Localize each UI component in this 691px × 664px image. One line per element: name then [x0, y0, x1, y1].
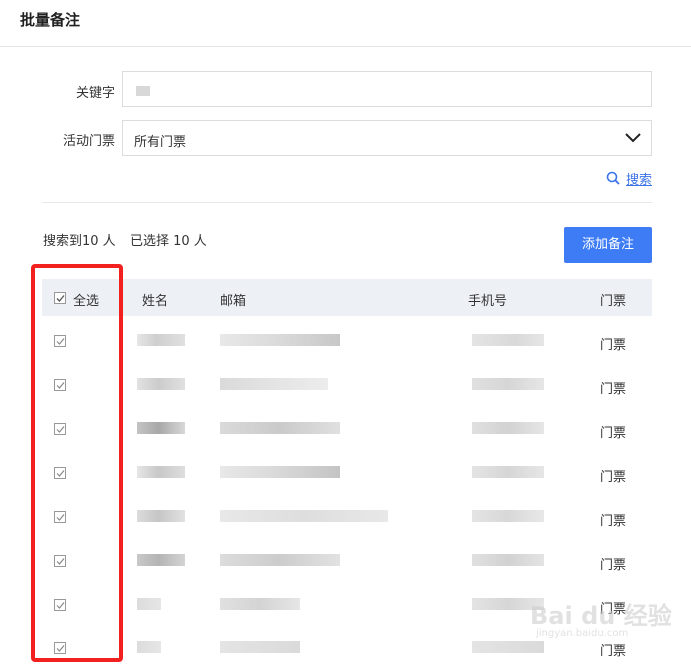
email-cell-redacted [220, 422, 340, 434]
name-cell-redacted [137, 422, 185, 434]
phone-cell-redacted [472, 510, 544, 522]
search-icon [606, 171, 620, 185]
email-cell-redacted [220, 334, 340, 346]
email-cell-redacted [220, 598, 300, 610]
ticket-select[interactable]: 所有门票 [122, 120, 652, 156]
add-note-button[interactable]: 添加备注 [564, 227, 652, 263]
name-cell-redacted [137, 510, 185, 522]
email-cell-redacted [220, 510, 388, 522]
keyword-value-redacted [136, 86, 150, 96]
phone-cell-redacted [472, 466, 544, 478]
highlight-frame [31, 264, 123, 662]
table-row: 门票 [42, 450, 652, 494]
dialog-header: 批量备注 [0, 0, 691, 47]
email-cell-redacted [220, 378, 328, 390]
watermark-url: jingyan.baidu.com [536, 628, 629, 639]
phone-cell-redacted [472, 334, 544, 346]
baidu-watermark: Bai du 经验 jingyan.baidu.com [530, 596, 672, 646]
phone-cell-redacted [472, 378, 544, 390]
th-name: 姓名 [142, 294, 169, 309]
ticket-cell: 门票 [600, 470, 627, 485]
th-phone: 手机号 [468, 294, 508, 309]
th-ticket: 门票 [600, 294, 627, 309]
search-link-label: 搜索 [626, 173, 653, 188]
table-row: 门票 [42, 406, 652, 450]
dialog-title: 批量备注 [20, 11, 81, 29]
ticket-select-value: 所有门票 [134, 135, 187, 150]
watermark-brand: Bai du 经验 [530, 602, 672, 630]
ticket-label: 活动门票 [62, 134, 115, 149]
name-cell-redacted [137, 334, 185, 346]
ticket-cell: 门票 [600, 426, 627, 441]
name-cell-redacted [137, 554, 185, 566]
keyword-input[interactable] [122, 71, 652, 107]
table-row: 门票 [42, 318, 652, 362]
chevron-down-icon [623, 129, 643, 147]
ticket-cell: 门票 [600, 382, 627, 397]
email-cell-redacted [220, 466, 340, 478]
th-email: 邮箱 [220, 294, 247, 309]
table-header: 全选 姓名 邮箱 手机号 门票 [42, 279, 652, 316]
phone-cell-redacted [472, 554, 544, 566]
ticket-cell: 门票 [600, 514, 627, 529]
name-cell-redacted [137, 598, 161, 610]
email-cell-redacted [220, 641, 300, 653]
name-cell-redacted [137, 466, 185, 478]
table-row: 门票 [42, 538, 652, 582]
keyword-label: 关键字 [75, 86, 115, 101]
table-row: 门票 [42, 494, 652, 538]
name-cell-redacted [137, 378, 185, 390]
found-count: 搜索到10 人 [43, 234, 116, 249]
ticket-cell: 门票 [600, 338, 627, 353]
table-row: 门票 [42, 362, 652, 406]
phone-cell-redacted [472, 422, 544, 434]
ticket-cell: 门票 [600, 558, 627, 573]
selected-count: 已选择 10 人 [130, 234, 207, 249]
divider [42, 202, 652, 203]
name-cell-redacted [137, 641, 161, 653]
email-cell-redacted [220, 554, 340, 566]
